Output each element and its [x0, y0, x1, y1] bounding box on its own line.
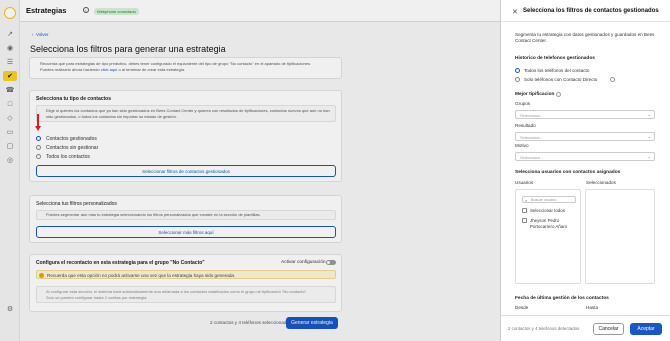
card-icon[interactable]: ▭	[5, 128, 15, 136]
generate-strategy-button[interactable]: Generar estrategia	[286, 317, 338, 329]
reason-select[interactable]: Selecciona... ⌄	[515, 152, 655, 161]
logo[interactable]	[4, 7, 16, 19]
select-filters-button[interactable]: Seleccionar filtros de contactos gestion…	[36, 165, 336, 177]
phone-icon[interactable]: ☎	[5, 86, 15, 94]
groups-placeholder: Selecciona...	[520, 113, 543, 118]
from-label: Desde	[515, 305, 529, 310]
notice-text-3: o al terminar de crear esta estrategia.	[118, 66, 186, 72]
direct-phones-label: Solo teléfonos con Contacto Directo	[524, 77, 598, 82]
accept-button[interactable]: Aceptar	[630, 323, 662, 335]
groups-select[interactable]: Selecciona... ⌄	[515, 110, 655, 119]
panel-divider	[501, 21, 670, 22]
option-all-label: Todos los contactos	[46, 154, 90, 160]
warning-icon	[39, 273, 44, 278]
eye-icon[interactable]: ◉	[5, 44, 15, 52]
result-label: Resultado	[515, 123, 536, 128]
gear-icon[interactable]: ⚙	[5, 305, 15, 313]
list-icon[interactable]: ☰	[5, 58, 15, 66]
panel-title: Selecciona los filtros de contactos gest…	[523, 8, 659, 14]
recontact-warning-box: Recuerda que esta opción no podrá activa…	[36, 270, 336, 279]
annotation-arrow-head	[35, 126, 41, 131]
selection-summary: 2 contactos y 4 teléfonos seleccionados	[210, 320, 292, 325]
typing-info-icon[interactable]	[556, 92, 561, 97]
info-icon[interactable]: i	[83, 7, 89, 13]
radio-managed[interactable]	[36, 136, 41, 141]
app-title: Estrategias	[26, 6, 67, 15]
connection-badge: Webphone conectado	[94, 7, 139, 15]
activate-config-toggle[interactable]	[326, 260, 336, 265]
users-list: ⌕ Buscar usuario Seleccionar todos Jheys…	[515, 189, 581, 284]
selected-list	[585, 189, 655, 284]
recontact-info-2: Solo se pueden configurar hasta 2 vuelta…	[46, 294, 148, 300]
page-title: Selecciona los filtros para generar una …	[30, 44, 226, 54]
main-content: ‹ Volver Selecciona los filtros para gen…	[20, 22, 500, 341]
date-title: Fecha de última gestión de los contactos	[515, 296, 609, 301]
chevron-down-icon: ⌄	[647, 112, 651, 117]
document-icon[interactable]: □	[5, 100, 15, 108]
recontact-info: Al configurar esta sección, el sistema h…	[36, 286, 336, 303]
select-all-checkbox[interactable]	[522, 208, 527, 213]
groups-label: Grupos	[515, 101, 531, 106]
radio-direct-phones[interactable]	[515, 77, 520, 82]
strategy-icon[interactable]: ✔	[3, 71, 17, 81]
radio-all[interactable]	[36, 154, 41, 159]
signal-icon[interactable]: ◎	[5, 156, 15, 164]
selected-label: Seleccionados	[586, 180, 616, 185]
custom-filters-desc: Puedes segmentar aún más tu estrategia s…	[36, 210, 336, 220]
chart-icon[interactable]: ↗	[5, 30, 15, 38]
search-icon: ⌕	[525, 197, 528, 203]
notice-link[interactable]: click aquí	[101, 67, 118, 72]
notice-text-2: Puedes realizarlo ahora haciendo	[40, 66, 100, 72]
contact-type-card: Selecciona tu tipo de contactos Elige si…	[29, 90, 342, 182]
direct-info-icon[interactable]	[610, 77, 615, 82]
topbar: Estrategias i Webphone conectado	[20, 0, 500, 22]
custom-filters-title: Selecciona tus filtros personalizados	[36, 201, 117, 207]
user-name-2: Portocarrero Añaro	[530, 224, 568, 229]
user-search-input[interactable]: ⌕ Buscar usuario	[522, 196, 576, 203]
reason-placeholder: Selecciona...	[520, 155, 543, 160]
activate-config-label: Activar configuración	[281, 260, 326, 265]
search-placeholder: Buscar usuario	[531, 198, 557, 202]
chat-icon[interactable]: ▢	[5, 142, 15, 150]
back-link[interactable]: ‹ Volver	[32, 32, 49, 37]
typing-notice: Recuerda que para estrategias de tipo pr…	[29, 57, 342, 79]
all-phones-label: Todos los teléfonos del contacto	[524, 68, 590, 73]
contact-type-title: Selecciona tu tipo de contactos	[36, 96, 112, 102]
user-checkbox[interactable]	[522, 218, 527, 223]
close-icon[interactable]: ✕	[512, 8, 518, 16]
chevron-down-icon: ⌄	[647, 154, 651, 159]
filters-panel: ✕ Selecciona los filtros de contactos ge…	[500, 0, 670, 341]
result-select[interactable]: Selecciona... ⌄	[515, 132, 655, 141]
reason-label: Motivo	[515, 143, 529, 148]
option-managed-label: Contactos gestionados	[46, 136, 97, 142]
radio-unmanaged[interactable]	[36, 145, 41, 150]
contact-type-desc: Elige si quieres los contactos que ya ha…	[36, 105, 336, 122]
layers-icon[interactable]: ◇	[5, 114, 15, 122]
result-placeholder: Selecciona...	[520, 135, 543, 140]
cancel-button[interactable]: Cancelar	[593, 323, 624, 335]
user-name-1: Jheyson Pedro	[530, 218, 560, 223]
back-label: Volver	[36, 32, 49, 37]
radio-all-phones[interactable]	[515, 68, 520, 73]
recontact-warning: Recuerda que esta opción no podrá activa…	[47, 273, 236, 278]
users-title: Selecciona usuarios con contactos asigna…	[515, 170, 621, 175]
more-filters-button[interactable]: Seleccionar más filtros aquí	[36, 226, 336, 238]
best-typing-title: Mejor tipificacion	[515, 92, 555, 97]
recontact-card: Configura el recontacto en esta estrateg…	[29, 254, 342, 312]
users-label: Usuarios	[515, 180, 534, 185]
option-unmanaged-label: Contactos sin gestionar	[46, 145, 99, 151]
to-label: Hasta	[586, 305, 599, 310]
phone-history-title: Historico de telefonos gestionados	[515, 56, 595, 61]
panel-footer: 2 contactos y 4 telefonos detectados Can…	[501, 315, 670, 341]
custom-filters-card: Selecciona tus filtros personalizados Pu…	[29, 195, 342, 243]
recontact-title: Configura el recontacto en esta estrateg…	[36, 260, 205, 266]
select-all-label: Seleccionar todos	[530, 208, 565, 213]
footer-summary: 2 contactos y 4 telefonos detectados	[508, 326, 580, 331]
recontact-info-1: Al configurar esta sección, el sistema h…	[46, 289, 308, 294]
sidebar: ↗ ◉ ☰ ✔ ☎ □ ◇ ▭ ▢ ◎ ⚙	[0, 0, 20, 341]
chevron-down-icon: ⌄	[647, 134, 651, 139]
panel-intro: Segmenta tu estrategia con datos gestion…	[515, 32, 655, 43]
